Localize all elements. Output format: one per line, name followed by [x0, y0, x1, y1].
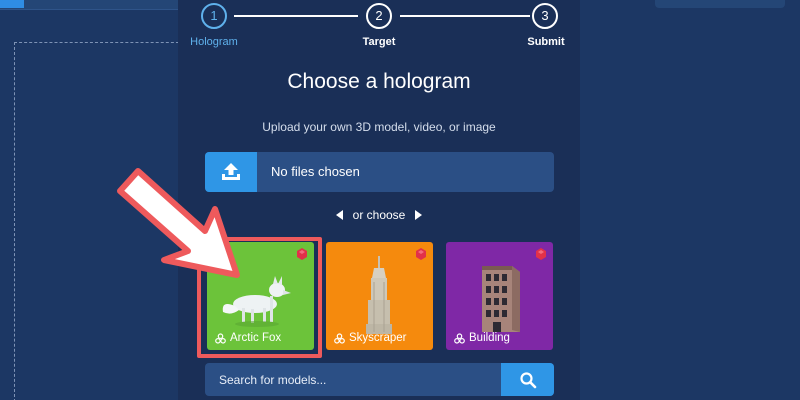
model-3d-icon	[454, 332, 465, 344]
background-right-header	[655, 0, 785, 8]
selection-highlight	[197, 237, 322, 358]
upload-status: No files chosen	[271, 164, 360, 179]
step-1-circle[interactable]: 1	[201, 3, 227, 29]
step-connector	[400, 15, 530, 17]
previous-arrow-icon[interactable]	[335, 210, 343, 220]
or-choose-label: or choose	[352, 208, 406, 222]
next-arrow-icon[interactable]	[415, 210, 423, 220]
or-choose-divider: or choose	[178, 207, 580, 223]
background-left-header	[0, 0, 178, 10]
search-icon	[519, 371, 536, 388]
hologram-wizard-modal: 1 2 3 Hologram Target Submit Choose a ho…	[178, 0, 580, 400]
step-3-label[interactable]: Submit	[518, 36, 574, 48]
background-dropzone	[14, 42, 184, 400]
file-upload-field[interactable]: No files chosen	[205, 152, 554, 192]
model-search-bar	[205, 363, 554, 396]
search-button[interactable]	[501, 363, 554, 396]
model-card-label: Skyscraper	[334, 332, 407, 344]
upload-button[interactable]	[205, 152, 257, 192]
model-3d-icon	[334, 332, 345, 344]
upload-icon	[222, 163, 240, 180]
page-title: Choose a hologram	[287, 70, 471, 93]
model-card-skyscraper[interactable]: Skyscraper	[326, 242, 433, 350]
model-name: Building	[469, 332, 510, 344]
step-2-label[interactable]: Target	[349, 36, 409, 48]
background-accent-tab	[0, 0, 24, 8]
step-2-circle[interactable]: 2	[366, 3, 392, 29]
model-name: Skyscraper	[349, 332, 407, 344]
background-right-panel	[580, 0, 800, 400]
search-input[interactable]	[205, 363, 501, 396]
model-card-building[interactable]: Building	[446, 242, 553, 350]
step-1-label[interactable]: Hologram	[184, 36, 244, 48]
model-card-label: Building	[454, 332, 510, 344]
step-3-circle[interactable]: 3	[532, 3, 558, 29]
step-connector	[234, 15, 358, 17]
page-subtitle: Upload your own 3D model, video, or imag…	[262, 120, 496, 134]
